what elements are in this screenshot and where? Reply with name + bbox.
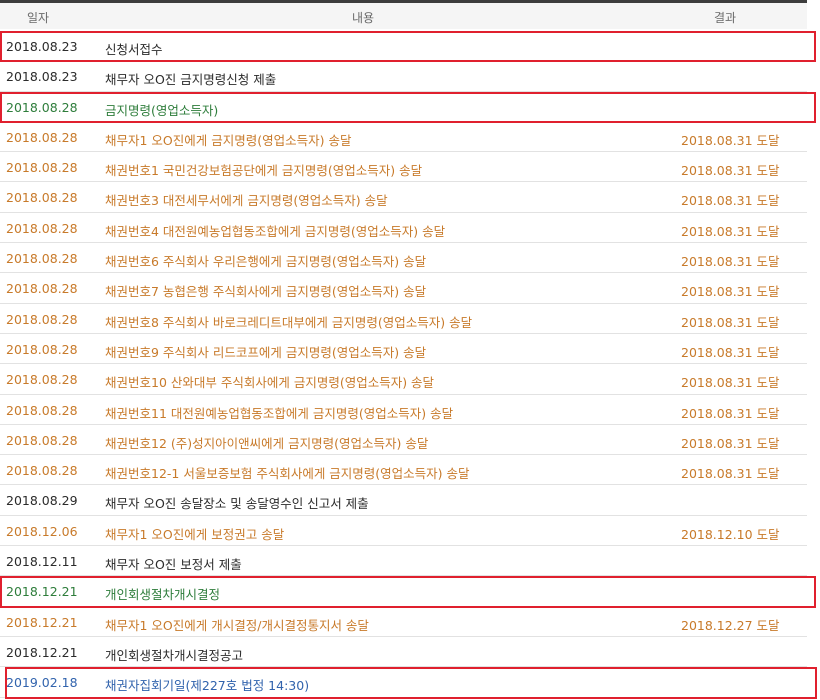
cell-date: 2018.08.28 bbox=[6, 463, 78, 479]
cell-content: 채권자집회기일(제227호 법정 14:30) bbox=[105, 678, 310, 694]
cell-content: 채권번호4 대전원예농업협동조합에게 금지명령(영업소득자) 송달 bbox=[105, 223, 446, 239]
table-row: 2018.08.28 금지명령(영업소득자) bbox=[0, 92, 807, 122]
cell-date: 2018.08.28 bbox=[6, 402, 78, 418]
column-header-result: 결과 bbox=[714, 11, 737, 25]
table-row: 2018.08.28 채권번호4 대전원예농업협동조합에게 금지명령(영업소득자)… bbox=[0, 213, 807, 244]
cell-date: 2018.08.28 bbox=[6, 190, 78, 206]
table-row: 2018.08.28 채권번호1 국민건강보험공단에게 금지명령(영업소득자) 송… bbox=[0, 152, 807, 183]
cell-date: 2018.12.11 bbox=[6, 554, 78, 570]
cell-content: 채권번호9 주식회사 리드코프에게 금지명령(영업소득자) 송달 bbox=[105, 344, 427, 360]
cell-result: 2018.08.31 도달 bbox=[681, 254, 780, 270]
table-row: 2018.08.28 채권번호3 대전세무서에게 금지명령(영업소득자) 송달 20… bbox=[0, 182, 807, 213]
cell-content: 채권번호11 대전원예농업협동조합에게 금지명령(영업소득자) 송달 bbox=[105, 405, 454, 421]
table-row: 2019.02.18 채권자집회기일(제227호 법정 14:30) bbox=[0, 667, 807, 698]
cell-content: 채권번호3 대전세무서에게 금지명령(영업소득자) 송달 bbox=[105, 193, 388, 209]
cell-date: 2018.12.06 bbox=[6, 523, 78, 539]
cell-date: 2018.08.28 bbox=[6, 160, 78, 176]
cell-content: 채권번호12-1 서울보증보험 주식회사에게 금지명령(영업소득자) 송달 bbox=[105, 466, 470, 482]
cell-content: 채무자1 오O진에게 개시결정/개시결정통지서 송달 bbox=[105, 617, 369, 633]
cell-content: 채무자 오O진 송달장소 및 송달영수인 신고서 제출 bbox=[105, 496, 369, 512]
cell-date: 2019.02.18 bbox=[6, 675, 78, 691]
cell-result: 2018.08.31 도달 bbox=[681, 284, 780, 300]
cell-result: 2018.08.31 도달 bbox=[681, 435, 780, 451]
cell-date: 2018.08.28 bbox=[6, 432, 78, 448]
cell-content: 채권번호10 산와대부 주식회사에게 금지명령(영업소득자) 송달 bbox=[105, 375, 435, 391]
cell-date: 2018.08.28 bbox=[6, 99, 78, 115]
cell-date: 2018.08.29 bbox=[6, 493, 78, 509]
cell-date: 2018.08.28 bbox=[6, 129, 78, 145]
cell-result: 2018.08.31 도달 bbox=[681, 132, 780, 148]
cell-date: 2018.08.28 bbox=[6, 372, 78, 388]
table-row: 2018.08.28 채권번호7 농협은행 주식회사에게 금지명령(영업소득자) … bbox=[0, 273, 807, 304]
cell-date: 2018.12.21 bbox=[6, 614, 78, 630]
cell-date: 2018.08.28 bbox=[6, 311, 78, 327]
table-row: 2018.12.21 채무자1 오O진에게 개시결정/개시결정통지서 송달 2018… bbox=[0, 607, 807, 637]
column-header-date: 일자 bbox=[27, 11, 50, 25]
cell-content: 금지명령(영업소득자) bbox=[105, 102, 219, 118]
cell-content: 채권번호8 주식회사 바로크레디트대부에게 금지명령(영업소득자) 송달 bbox=[105, 314, 473, 330]
table-row: 2018.08.28 채권번호6 주식회사 우리은행에게 금지명령(영업소득자) … bbox=[0, 243, 807, 274]
table-row: 2018.08.23 채무자 오O진 금지명령신청 제출 bbox=[0, 61, 807, 92]
cell-result: 2018.08.31 도달 bbox=[681, 375, 780, 391]
cell-content: 채권번호1 국민건강보험공단에게 금지명령(영업소득자) 송달 bbox=[105, 163, 423, 179]
cell-date: 2018.08.28 bbox=[6, 220, 78, 236]
cell-result: 2018.12.10 도달 bbox=[681, 526, 780, 542]
table-row: 2018.12.06 채무자1 오O진에게 보정권고 송달 2018.12.10 도… bbox=[0, 516, 807, 547]
cell-result: 2018.12.27 도달 bbox=[681, 617, 780, 633]
cell-content: 개인회생절차개시결정 bbox=[105, 587, 221, 603]
table-row: 2018.12.21 개인회생절차개시결정 bbox=[0, 576, 807, 607]
cell-date: 2018.12.21 bbox=[6, 644, 78, 660]
cell-date: 2018.08.23 bbox=[6, 69, 78, 85]
cell-date: 2018.08.28 bbox=[6, 341, 78, 357]
cell-content: 채무자1 오O진에게 금지명령(영업소득자) 송달 bbox=[105, 132, 352, 148]
cell-result: 2018.08.31 도달 bbox=[681, 223, 780, 239]
cell-content: 신청서접수 bbox=[105, 42, 163, 57]
table-row: 2018.08.28 채권번호9 주식회사 리드코프에게 금지명령(영업소득자) … bbox=[0, 334, 807, 365]
cell-content: 개인회생절차개시결정공고 bbox=[105, 647, 244, 663]
cell-date: 2018.12.21 bbox=[6, 584, 78, 600]
cell-content: 채권번호6 주식회사 우리은행에게 금지명령(영업소득자) 송달 bbox=[105, 254, 427, 270]
cell-result: 2018.08.31 도달 bbox=[681, 193, 780, 209]
cell-date: 2018.08.28 bbox=[6, 251, 78, 267]
table-row: 2018.08.28 채권번호8 주식회사 바로크레디트대부에게 금지명령(영업소… bbox=[0, 304, 807, 334]
cell-content: 채무자 오O진 금지명령신청 제출 bbox=[105, 72, 277, 88]
table-header: 일자 내용 결과 bbox=[0, 3, 807, 29]
cell-result: 2018.08.31 도달 bbox=[681, 405, 780, 421]
cell-content: 채무자 오O진 보정서 제출 bbox=[105, 557, 242, 573]
table-row: 2018.08.28 채권번호10 산와대부 주식회사에게 금지명령(영업소득자)… bbox=[0, 364, 807, 395]
cell-content: 채무자1 오O진에게 보정권고 송달 bbox=[105, 526, 285, 542]
cell-content: 채권번호12 (주)성지아이앤씨에게 금지명령(영업소득자) 송달 bbox=[105, 435, 429, 451]
cell-date: 2018.08.28 bbox=[6, 281, 78, 297]
table-row: 2018.08.23 신청서접수 bbox=[0, 31, 807, 62]
table-row: 2018.12.21 개인회생절차개시결정공고 bbox=[0, 637, 807, 668]
table-row: 2018.08.28 채권번호12-1 서울보증보험 주식회사에게 금지명령(영업… bbox=[0, 455, 807, 486]
cell-result: 2018.08.31 도달 bbox=[681, 344, 780, 360]
table-row: 2018.08.28 채권번호12 (주)성지아이앤씨에게 금지명령(영업소득자)… bbox=[0, 425, 807, 456]
table-row: 2018.08.29 채무자 오O진 송달장소 및 송달영수인 신고서 제출 bbox=[0, 485, 807, 516]
cell-date: 2018.08.23 bbox=[6, 39, 78, 54]
cell-result: 2018.08.31 도달 bbox=[681, 314, 780, 330]
table-row: 2018.08.28 채권번호11 대전원예농업협동조합에게 금지명령(영업소득자… bbox=[0, 395, 807, 425]
table-row: 2018.08.28 채무자1 오O진에게 금지명령(영업소득자) 송달 2018.… bbox=[0, 122, 807, 153]
cell-content: 채권번호7 농협은행 주식회사에게 금지명령(영업소득자) 송달 bbox=[105, 284, 427, 300]
cell-result: 2018.08.31 도달 bbox=[681, 466, 780, 482]
history-table-body: 2018.08.23 신청서접수 2018.08.23 채무자 오O진 금지명령신청 … bbox=[0, 31, 807, 698]
table-row: 2018.12.11 채무자 오O진 보정서 제출 bbox=[0, 546, 807, 577]
column-header-content: 내용 bbox=[352, 11, 375, 25]
cell-result: 2018.08.31 도달 bbox=[681, 163, 780, 179]
